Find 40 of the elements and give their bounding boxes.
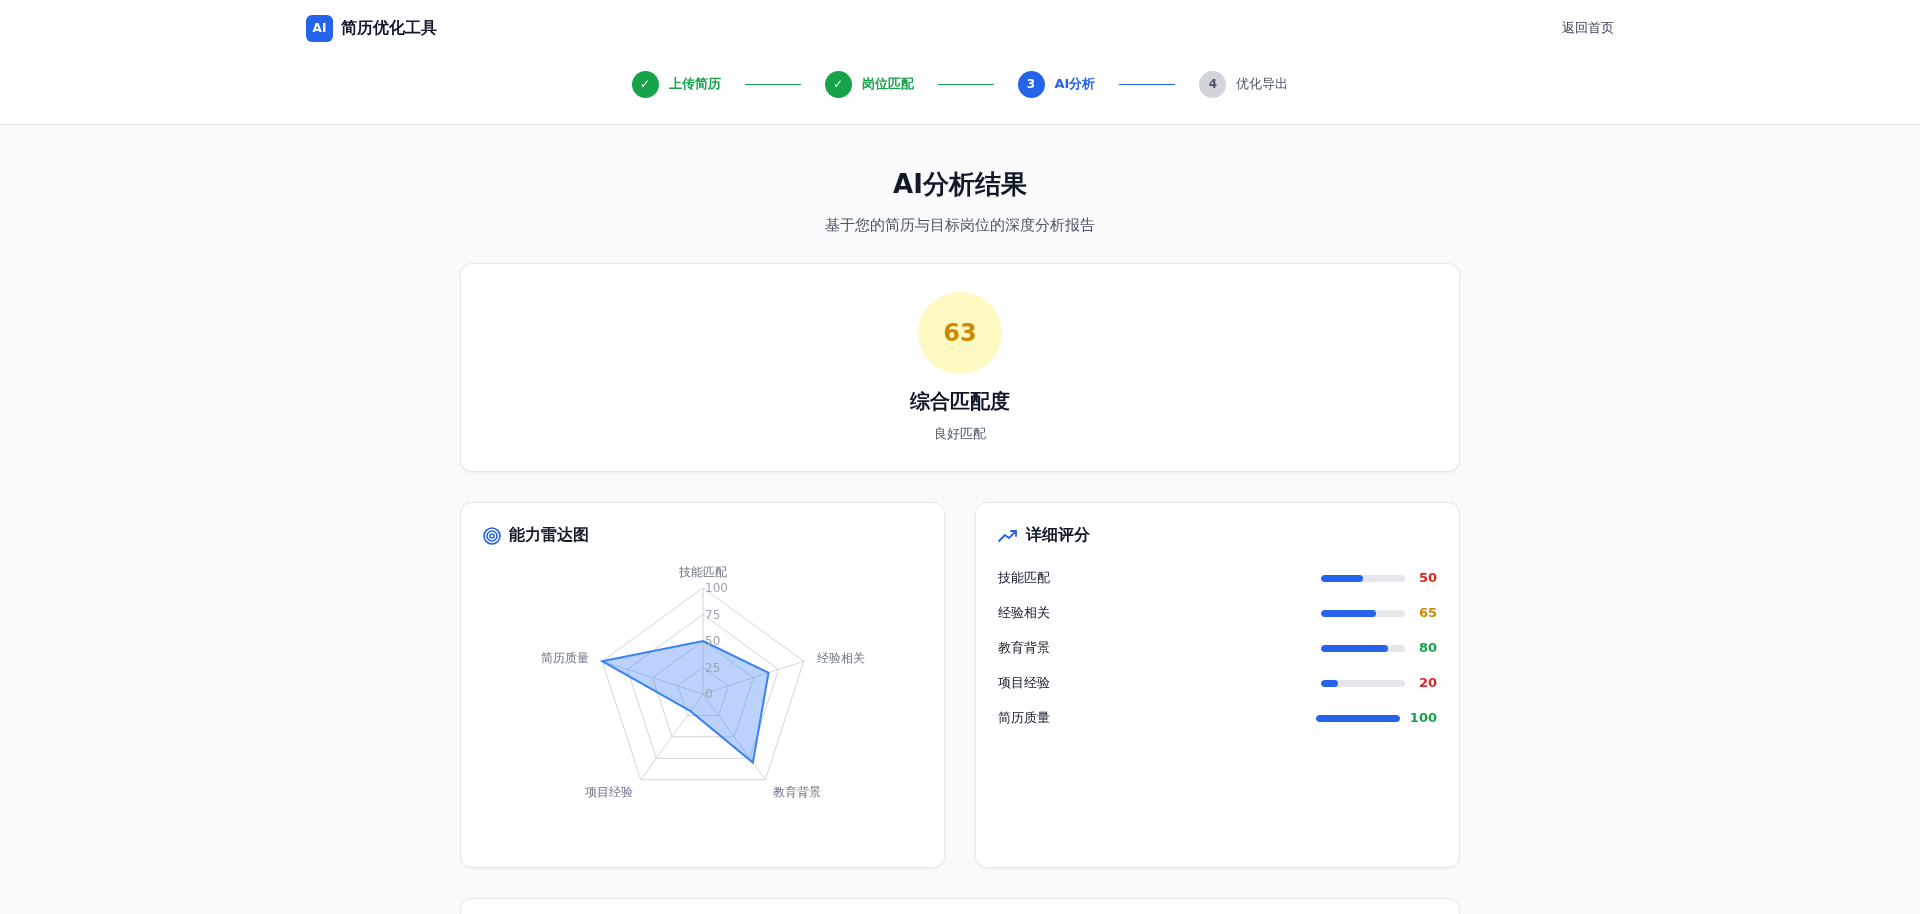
axis-label: 教育背景 — [772, 784, 821, 799]
score-value: 65 — [1417, 605, 1437, 621]
axis-label: 项目经验 — [584, 784, 633, 799]
score-value: 100 — [1409, 710, 1437, 726]
score-label: 项目经验 — [998, 674, 1050, 692]
trend-up-icon — [998, 528, 1018, 543]
score-badge: 63 — [918, 292, 1002, 374]
score-label: 技能匹配 — [998, 569, 1050, 587]
app-title: 简历优化工具 — [341, 17, 437, 39]
page-subtitle: 基于您的简历与目标岗位的深度分析报告 — [825, 216, 1095, 235]
axis-tick-label: 75 — [704, 607, 720, 622]
step-label: 上传简历 — [668, 75, 721, 93]
step-number: 3 — [1017, 70, 1045, 98]
step-number: ✓ — [824, 70, 852, 98]
step-label: 优化导出 — [1236, 75, 1289, 93]
score-label: 经验相关 — [998, 604, 1050, 622]
step-number: 4 — [1199, 70, 1227, 98]
logo-icon: AI — [306, 14, 333, 42]
score-verdict: 良好匹配 — [934, 425, 986, 443]
score-label: 教育背景 — [998, 639, 1050, 657]
step-label: AI分析 — [1054, 75, 1096, 93]
axis-label: 经验相关 — [816, 651, 865, 665]
axis-tick-label: 100 — [704, 581, 728, 595]
page-title: AI分析结果 — [893, 168, 1027, 201]
axis-tick-label: 0 — [704, 687, 713, 701]
target-icon — [483, 526, 501, 545]
score-title: 综合匹配度 — [910, 388, 1010, 415]
axis-tick-label: 25 — [704, 660, 720, 675]
score-value: 20 — [1417, 675, 1437, 691]
axis-label: 简历质量 — [540, 651, 589, 665]
card-title: 能力雷达图 — [509, 525, 589, 546]
axis-label: 技能匹配 — [678, 565, 727, 580]
score-value: 80 — [1417, 640, 1437, 656]
score-value: 50 — [1417, 570, 1437, 586]
home-link[interactable]: 返回首页 — [1562, 19, 1614, 37]
card-title: 详细评分 — [1026, 525, 1090, 546]
axis-tick-label: 50 — [704, 634, 720, 648]
score-label: 简历质量 — [998, 709, 1050, 727]
step-number: ✓ — [631, 70, 659, 98]
step-label: 岗位匹配 — [861, 75, 914, 93]
